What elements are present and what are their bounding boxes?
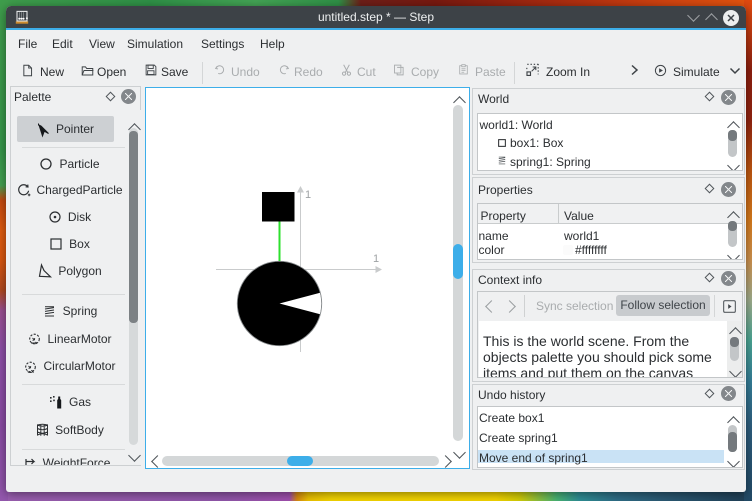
svg-text:1: 1 [305,189,311,201]
svg-text:1: 1 [373,253,379,265]
